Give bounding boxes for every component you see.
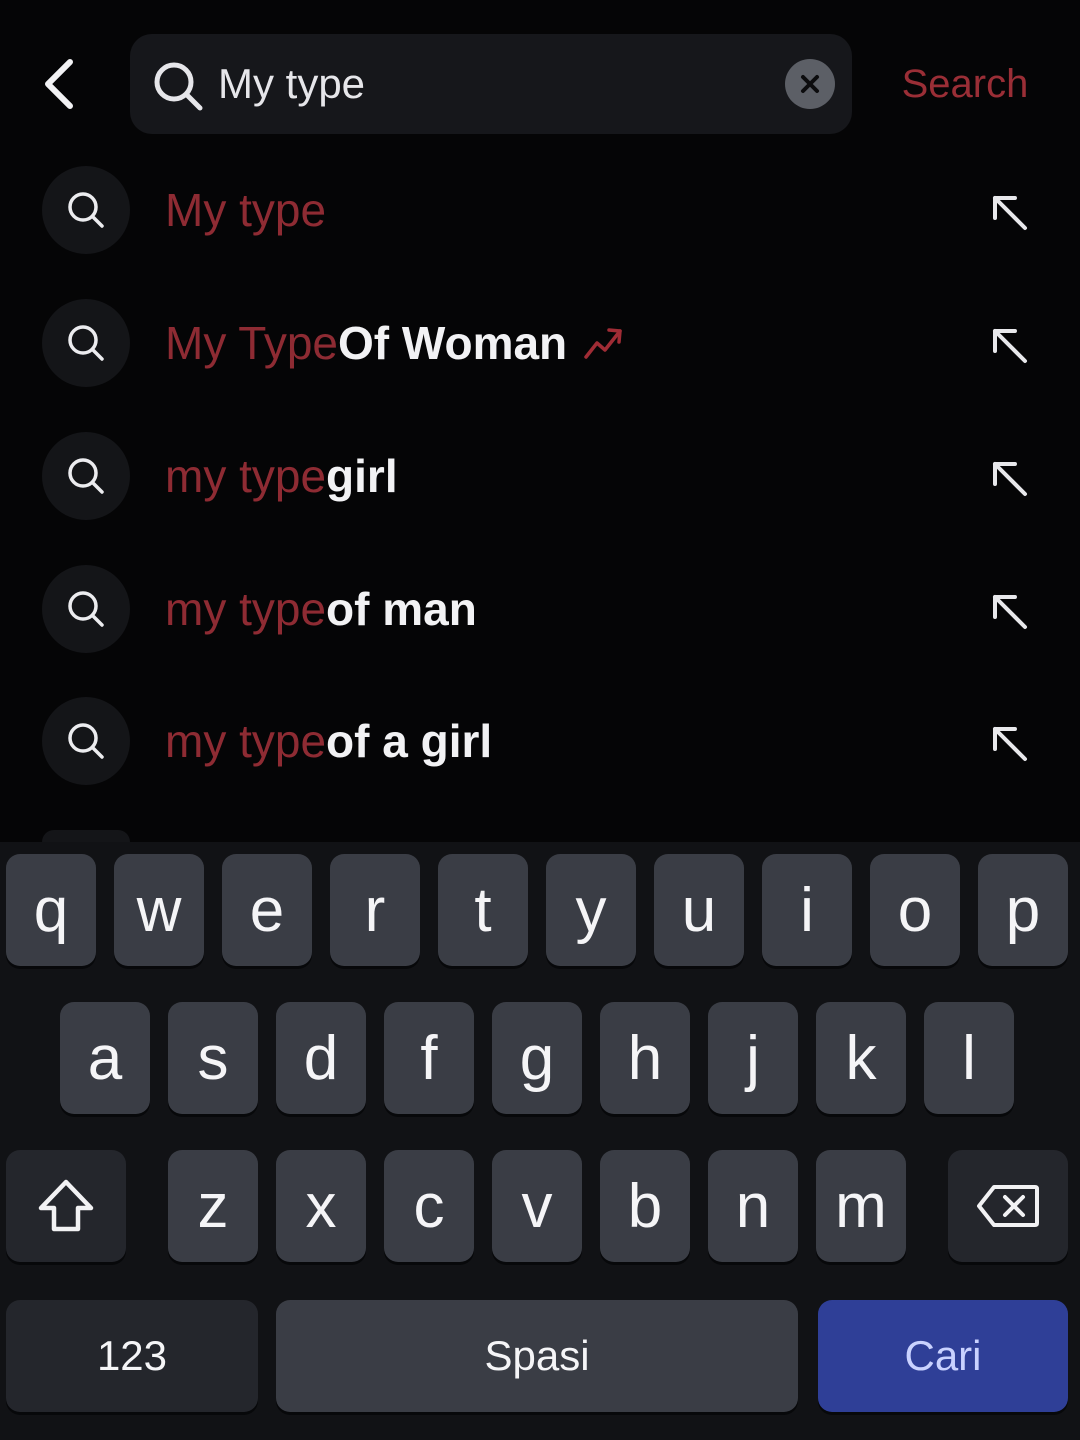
search-key[interactable]: Cari: [818, 1300, 1068, 1412]
search-input[interactable]: [218, 54, 778, 114]
arrow-up-left-icon[interactable]: [985, 188, 1033, 236]
key-z[interactable]: z: [168, 1150, 258, 1262]
suggestion-item[interactable]: my type of man: [0, 549, 1080, 669]
trending-icon: [584, 328, 622, 359]
key-h[interactable]: h: [600, 1002, 690, 1114]
search-icon: [42, 299, 130, 387]
search-button[interactable]: Search: [880, 56, 1050, 112]
suggestion-match: My type: [165, 184, 327, 236]
key-j[interactable]: j: [708, 1002, 798, 1114]
search-icon: [42, 432, 130, 520]
suggestion-item[interactable]: My type: [0, 150, 1080, 270]
search-icon: [154, 62, 203, 111]
key-q[interactable]: q: [6, 854, 96, 966]
close-icon: [801, 75, 819, 93]
key-e[interactable]: e: [222, 854, 312, 966]
key-v[interactable]: v: [492, 1150, 582, 1262]
search-header: Search: [0, 0, 1080, 150]
key-b[interactable]: b: [600, 1150, 690, 1262]
suggestion-item[interactable]: my type girl: [0, 416, 1080, 536]
keyboard: q w e r t y u i o p a s d f g h j k l z …: [0, 842, 1080, 1440]
key-l[interactable]: l: [924, 1002, 1014, 1114]
key-m[interactable]: m: [816, 1150, 906, 1262]
back-button[interactable]: [28, 50, 88, 118]
key-a[interactable]: a: [60, 1002, 150, 1114]
key-g[interactable]: g: [492, 1002, 582, 1114]
key-r[interactable]: r: [330, 854, 420, 966]
key-t[interactable]: t: [438, 854, 528, 966]
key-p[interactable]: p: [978, 854, 1068, 966]
search-field[interactable]: [130, 34, 852, 134]
arrow-up-left-icon[interactable]: [985, 719, 1033, 767]
key-y[interactable]: y: [546, 854, 636, 966]
key-n[interactable]: n: [708, 1150, 798, 1262]
key-o[interactable]: o: [870, 854, 960, 966]
search-icon: [42, 565, 130, 653]
backspace-icon: [977, 1185, 1039, 1227]
suggestion-rest: girl: [326, 450, 398, 502]
suggestion-match: my type: [165, 583, 327, 635]
suggestion-text: my type girl: [165, 446, 398, 506]
key-f[interactable]: f: [384, 1002, 474, 1114]
suggestion-text: my type of a girl: [165, 711, 492, 771]
suggestion-text: my type of man: [165, 579, 477, 639]
suggestion-match: my type: [165, 450, 327, 502]
backspace-key[interactable]: [948, 1150, 1068, 1262]
suggestion-item[interactable]: My Type Of Woman: [0, 283, 1080, 403]
suggestion-rest: of man: [326, 583, 477, 635]
suggestion-item[interactable]: my type of a girl: [0, 681, 1080, 801]
key-s[interactable]: s: [168, 1002, 258, 1114]
suggestion-rest: Of Woman: [338, 317, 568, 369]
key-d[interactable]: d: [276, 1002, 366, 1114]
suggestion-match: my type: [165, 715, 327, 767]
key-c[interactable]: c: [384, 1150, 474, 1262]
shift-key[interactable]: [6, 1150, 126, 1262]
search-icon: [42, 166, 130, 254]
key-k[interactable]: k: [816, 1002, 906, 1114]
search-icon: [42, 697, 130, 785]
chevron-left-icon: [45, 59, 73, 109]
suggestion-text: My type: [165, 180, 326, 240]
shift-icon: [38, 1179, 94, 1232]
arrow-up-left-icon[interactable]: [985, 321, 1033, 369]
suggestion-text: My Type Of Woman: [165, 313, 625, 373]
key-x[interactable]: x: [276, 1150, 366, 1262]
space-key[interactable]: Spasi: [276, 1300, 798, 1412]
numbers-key[interactable]: 123: [6, 1300, 258, 1412]
suggestion-match: My Type: [165, 317, 338, 369]
key-w[interactable]: w: [114, 854, 204, 966]
arrow-up-left-icon[interactable]: [985, 587, 1033, 635]
clear-search-button[interactable]: [785, 59, 835, 109]
arrow-up-left-icon[interactable]: [985, 454, 1033, 502]
suggestion-rest: of a girl: [326, 715, 493, 767]
key-i[interactable]: i: [762, 854, 852, 966]
next-suggestion-peek: [42, 830, 130, 842]
key-u[interactable]: u: [654, 854, 744, 966]
